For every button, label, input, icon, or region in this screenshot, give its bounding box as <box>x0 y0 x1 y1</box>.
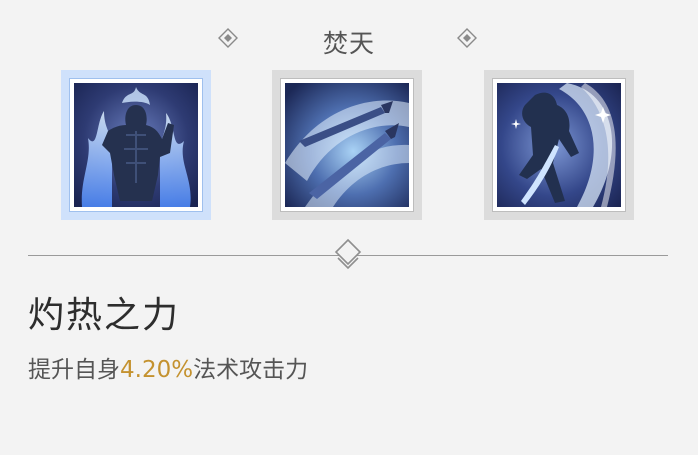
diamond-ornament-icon <box>457 28 477 48</box>
skill-name: 灼热之力 <box>28 295 181 336</box>
header: 焚天 <box>0 18 698 58</box>
blade-slash-icon <box>497 83 621 207</box>
skill-description: 提升自身4.20%法术攻击力 <box>28 350 308 384</box>
desc-suffix: 法术攻击力 <box>193 357 309 383</box>
page-title: 焚天 <box>322 29 375 58</box>
flame-body-icon <box>74 83 198 207</box>
desc-prefix: 提升自身 <box>28 357 120 383</box>
twin-swords-icon <box>285 83 409 207</box>
diamond-divider-icon <box>334 238 362 270</box>
skill-slot-3[interactable] <box>484 70 634 220</box>
skill-slot-2[interactable] <box>272 70 422 220</box>
skill-frame <box>493 79 625 211</box>
skill-frame <box>70 79 202 211</box>
skill-frame <box>281 79 413 211</box>
skill-slot-1[interactable] <box>61 70 211 220</box>
desc-value: 4.20% <box>120 357 194 383</box>
